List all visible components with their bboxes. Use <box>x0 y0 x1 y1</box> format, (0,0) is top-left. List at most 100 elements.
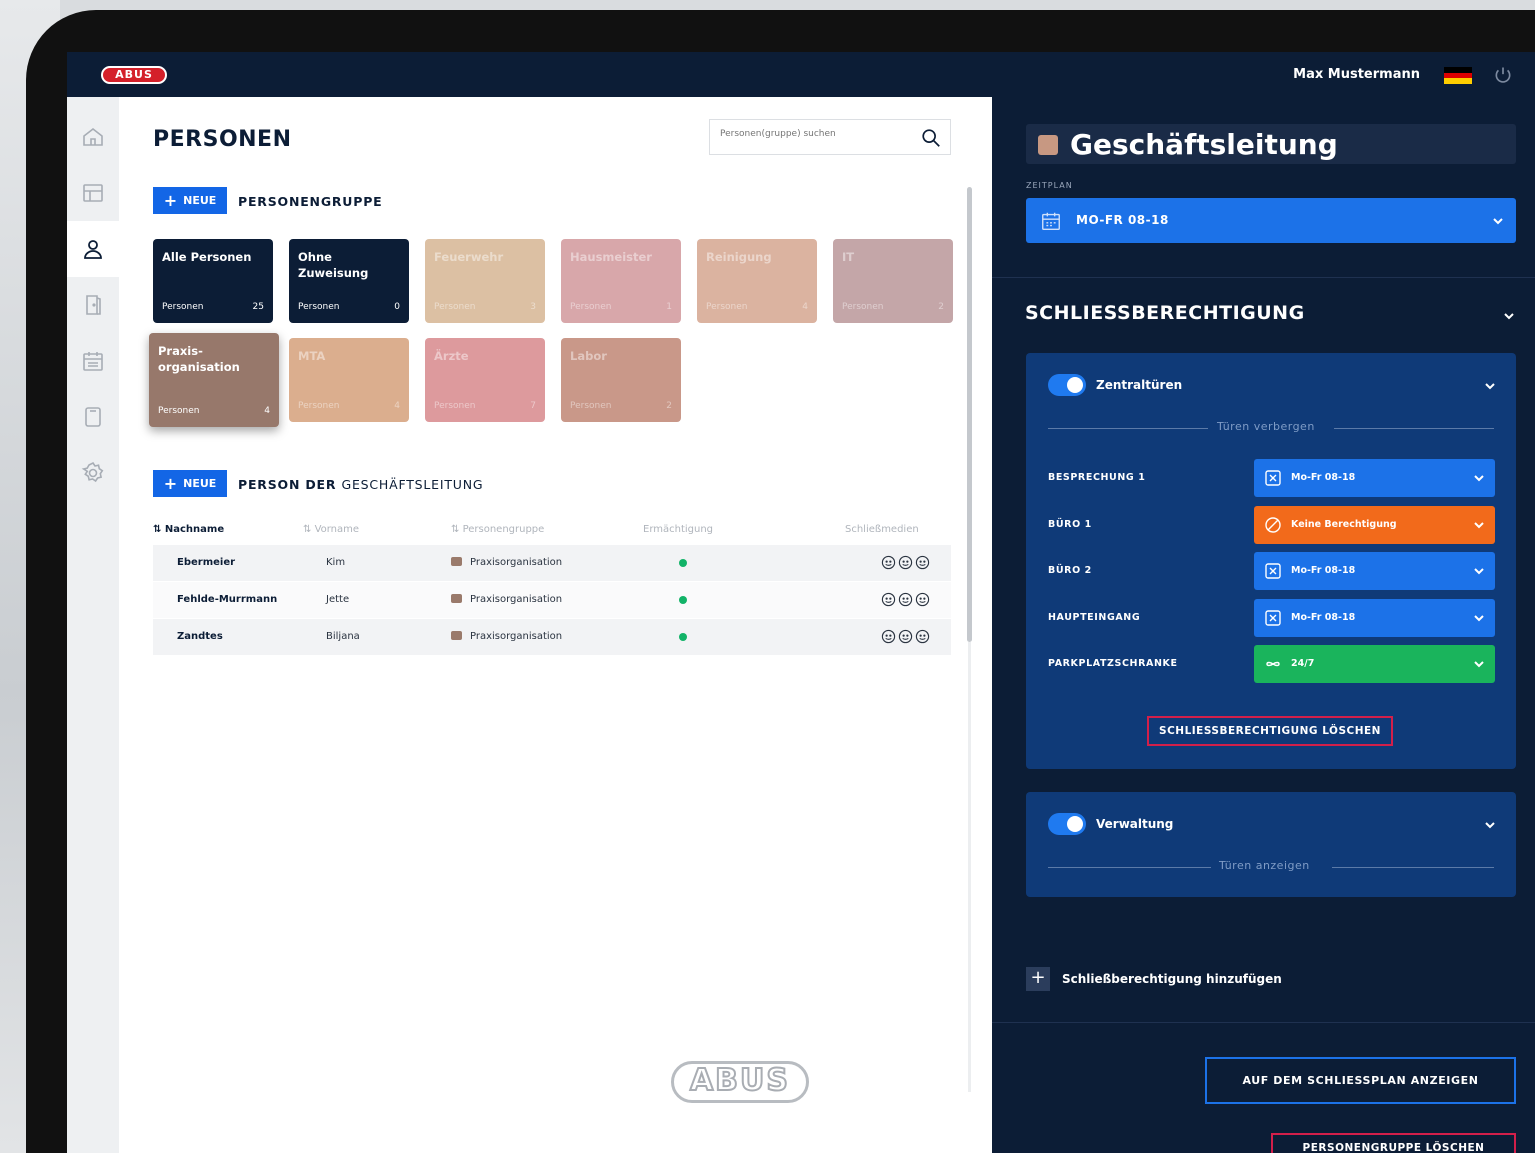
nav-settings[interactable] <box>67 445 119 501</box>
divider <box>1048 867 1211 868</box>
group-tile[interactable]: Ohne Zuweisung Personen 0 <box>289 239 409 323</box>
door-schedule-value: Mo-Fr 08-18 <box>1291 472 1356 483</box>
group-tile[interactable]: MTA Personen 4 <box>289 338 409 422</box>
chevron-down-icon <box>1474 661 1484 668</box>
group-footer: Personen 0 <box>298 302 400 312</box>
chevron-down-icon[interactable] <box>1484 819 1496 831</box>
search-box[interactable] <box>709 119 951 155</box>
divider <box>992 1022 1535 1023</box>
cell-lastname: Fehlde-Murrmann <box>177 594 278 605</box>
group-count: 2 <box>666 401 672 411</box>
door-icon <box>86 295 101 315</box>
hide-doors-link[interactable]: Türen verbergen <box>1217 420 1315 433</box>
group-header: Geschäftsleitung <box>1026 124 1516 164</box>
new-group-button[interactable]: + NEUE <box>153 187 227 214</box>
group-tile[interactable]: Feuerwehr Personen 3 <box>425 239 545 323</box>
door-schedule-value: Mo-Fr 08-18 <box>1291 565 1356 576</box>
nav-devices[interactable] <box>67 389 119 445</box>
delete-group-button[interactable]: PERSONENGRUPPE LÖSCHEN <box>1271 1133 1516 1153</box>
infinity-icon <box>1266 661 1280 667</box>
nav-persons[interactable] <box>67 221 119 277</box>
dashboard-icon <box>83 184 103 202</box>
user-name[interactable]: Max Mustermann <box>1293 67 1420 82</box>
search-input[interactable] <box>720 129 910 139</box>
group-color-swatch <box>451 557 462 566</box>
new-person-button[interactable]: + NEUE <box>153 470 227 497</box>
door-schedule-select[interactable]: Mo-Fr 08-18 <box>1254 552 1495 590</box>
cell-firstname: Jette <box>326 594 350 605</box>
face-icon <box>881 555 896 570</box>
chevron-down-icon[interactable] <box>1484 380 1496 392</box>
home-icon <box>83 127 103 146</box>
chevron-down-icon <box>1474 521 1484 528</box>
persons-panel: PERSONEN + NEUE PERSONENGRUPPE Alle Perso… <box>119 97 992 1153</box>
group-tile[interactable]: Ärzte Personen 7 <box>425 338 545 422</box>
door-row: PARKPLATZSCHRANKE 24/7 <box>1048 645 1495 683</box>
face-icon <box>881 592 896 607</box>
language-flag-icon[interactable] <box>1444 67 1472 84</box>
chevron-down-icon <box>1474 475 1484 482</box>
door-label: BÜRO 1 <box>1048 518 1092 530</box>
media-icons[interactable] <box>881 592 930 607</box>
calendar-icon <box>1042 212 1060 230</box>
group-count: 4 <box>394 401 400 411</box>
col-firstname[interactable]: ⇅ Vorname <box>303 524 359 535</box>
group-title[interactable]: Geschäftsleitung <box>1070 128 1338 161</box>
group-tile[interactable]: IT Personen 2 <box>833 239 953 323</box>
person-icon <box>84 240 102 259</box>
central-toggle[interactable] <box>1048 374 1086 396</box>
group-tile[interactable]: Reinigung Personen 4 <box>697 239 817 323</box>
group-name: Hausmeister <box>570 250 652 264</box>
schedule-icon <box>1265 563 1281 579</box>
abus-logo[interactable]: ABUS <box>101 66 167 84</box>
chevron-down-icon <box>1474 568 1484 575</box>
plus-icon[interactable]: + <box>1026 967 1050 991</box>
group-tile[interactable]: Labor Personen 2 <box>561 338 681 422</box>
group-sub: Personen <box>434 401 476 411</box>
power-icon[interactable] <box>1493 65 1513 85</box>
cell-group-name: Praxisorganisation <box>470 631 563 642</box>
door-schedule-select[interactable]: Keine Berechtigung <box>1254 505 1495 544</box>
group-name: IT <box>842 250 855 264</box>
status-dot <box>679 633 687 641</box>
schedule-select[interactable]: MO-FR 08-18 <box>1026 198 1516 243</box>
door-schedule-select[interactable]: 24/7 <box>1254 645 1495 683</box>
nav-doors[interactable] <box>67 277 119 333</box>
persons-table: ⇅ Nachname ⇅ Vorname ⇅ Personengruppe Er… <box>153 515 951 656</box>
cell-firstname: Biljana <box>326 631 360 642</box>
cell-lastname: Zandtes <box>177 631 223 642</box>
door-schedule-select[interactable]: Mo-Fr 08-18 <box>1254 459 1495 497</box>
nav-dashboard[interactable] <box>67 165 119 221</box>
table-row[interactable]: Ebermeier Kim Praxisorganisation <box>153 545 951 582</box>
group-footer: Personen 4 <box>158 406 270 416</box>
group-name: Praxis-organisation <box>158 344 240 374</box>
new-person-label: NEUE <box>183 477 217 490</box>
nav-calendar[interactable] <box>67 333 119 389</box>
divider <box>1332 867 1494 868</box>
nav-rail <box>67 97 119 1153</box>
search-icon[interactable] <box>920 127 942 149</box>
show-doors-link[interactable]: Türen anzeigen <box>1219 859 1310 872</box>
face-icon <box>881 629 896 644</box>
scrollbar-thumb[interactable] <box>967 187 972 642</box>
group-tile[interactable]: Alle Personen Personen 25 <box>153 239 273 323</box>
delete-permission-button[interactable]: SCHLIESSBERECHTIGUNG LÖSCHEN <box>1147 716 1393 746</box>
group-tile[interactable]: Praxis-organisation Personen 4 <box>149 333 279 427</box>
table-row[interactable]: Fehlde-Murrmann Jette Praxisorganisation <box>153 582 951 619</box>
door-schedule-value: Keine Berechtigung <box>1291 518 1397 530</box>
media-icons[interactable] <box>881 555 930 570</box>
group-sub: Personen <box>162 302 204 312</box>
schedule-label: ZEITPLAN <box>1026 181 1073 190</box>
admin-toggle[interactable] <box>1048 813 1086 835</box>
col-lastname[interactable]: ⇅ Nachname <box>153 524 224 535</box>
door-row: BÜRO 2 Mo-Fr 08-18 <box>1048 552 1495 590</box>
chevron-down-icon[interactable] <box>1503 310 1515 322</box>
group-tile[interactable]: Hausmeister Personen 1 <box>561 239 681 323</box>
scrollbar-track[interactable] <box>968 642 971 1092</box>
media-icons[interactable] <box>881 629 930 644</box>
table-row[interactable]: Zandtes Biljana Praxisorganisation <box>153 619 951 656</box>
col-group[interactable]: ⇅ Personengruppe <box>451 524 544 535</box>
nav-home[interactable] <box>67 109 119 165</box>
show-on-plan-button[interactable]: AUF DEM SCHLIESSPLAN ANZEIGEN <box>1205 1057 1516 1104</box>
door-schedule-select[interactable]: Mo-Fr 08-18 <box>1254 598 1495 637</box>
